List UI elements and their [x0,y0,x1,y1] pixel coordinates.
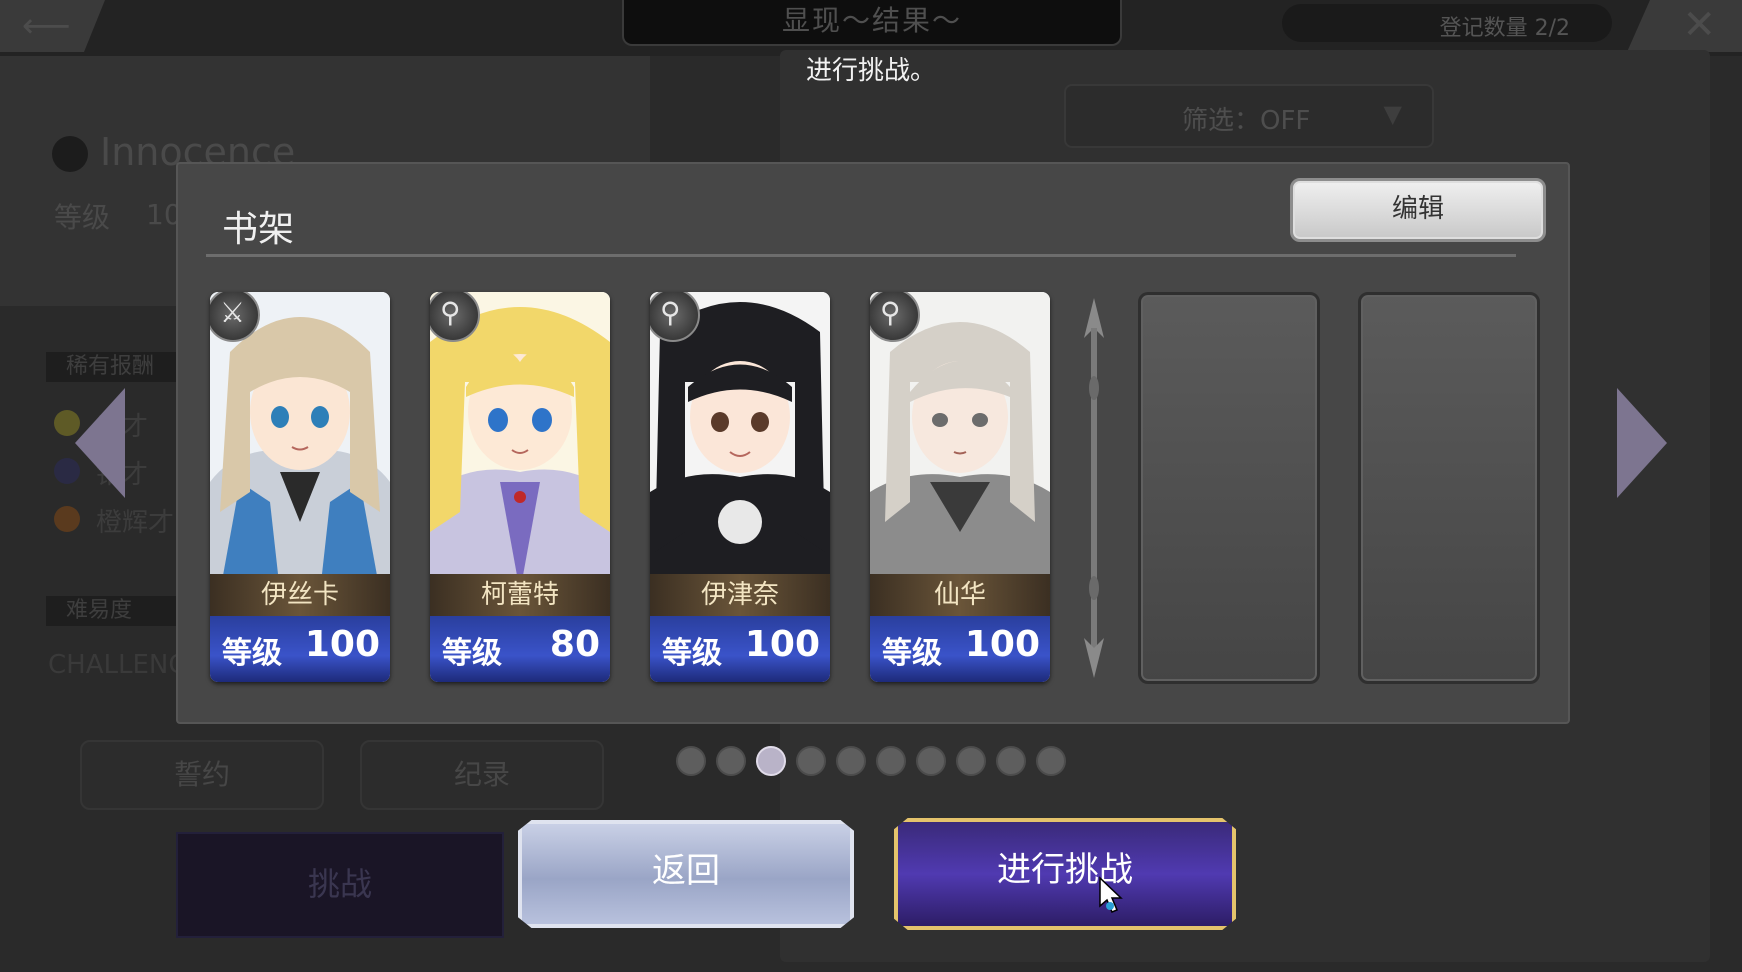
next-page-arrow-icon[interactable] [1612,388,1672,498]
card-level-plate: 等级 80 [430,616,610,682]
prev-page-arrow-icon[interactable] [70,388,130,498]
reward-label: 橙辉才 [96,508,175,538]
card-name-plate: 伊丝卡 [210,574,390,616]
page-dot[interactable] [836,746,866,776]
dialog-subtitle: 进行挑战。 [805,56,936,86]
page-dot[interactable] [716,746,746,776]
card-name: 伊津奈 [700,580,779,610]
filter-label: 筛选：OFF [1182,106,1311,136]
difficulty-header: 难易度 [46,596,176,626]
reward-header-text: 稀有报酬 [66,354,155,379]
card-level-value: 100 [744,624,820,665]
character-level-label: 等级 [54,201,111,234]
close-icon: ✕ [1682,2,1716,48]
card-level-label: 等级 [662,636,722,671]
edit-label: 编辑 [1391,194,1444,224]
page-dot[interactable] [796,746,826,776]
record-button[interactable]: 纪录 [360,740,604,810]
character-class-icon [52,136,88,172]
back-arrow-icon: ⟵ [22,6,71,46]
reward-header: 稀有报酬 [46,352,176,382]
slot-divider-ornament [1084,298,1104,678]
page-dot[interactable] [676,746,706,776]
register-count-text: 登记数量 2/2 [1439,16,1570,41]
character-card[interactable]: ⚲ 伊津奈 等级 100 [650,292,830,682]
character-card[interactable]: ⚲ 柯蕾特 等级 80 [430,292,610,682]
register-count: 登记数量 2/2 [1282,4,1612,42]
mouse-cursor-icon [1099,876,1123,913]
challenge-label: 挑战 [307,865,372,903]
card-name: 柯蕾特 [480,580,559,610]
page-dot[interactable] [956,746,986,776]
start-challenge-label: 进行挑战 [997,850,1133,890]
card-level-value: 100 [964,624,1040,665]
character-card[interactable]: ⚲ 仙华 等级 100 [870,292,1050,682]
card-level-value: 100 [304,624,380,665]
pact-label: 誓约 [173,758,230,791]
card-level-plate: 等级 100 [870,616,1050,682]
card-level-label: 等级 [222,636,282,671]
screen-title-text: 显现～结果～ [781,4,962,37]
page-dot[interactable] [876,746,906,776]
difficulty-value: CHALLENG [48,650,189,680]
page-dot[interactable] [1036,746,1066,776]
pact-button[interactable]: 誓约 [80,740,324,810]
empty-slot[interactable] [1358,292,1540,684]
card-level-label: 等级 [442,636,502,671]
challenge-button[interactable]: 挑战 [176,832,504,938]
card-name-plate: 伊津奈 [650,574,830,616]
reward-item: 橙辉才 [48,498,178,538]
record-label: 纪录 [453,758,510,791]
card-level-plate: 等级 100 [650,616,830,682]
screen-title: 显现～结果～ [622,0,1122,46]
orange-gem-icon [54,506,80,532]
page-dot[interactable] [996,746,1026,776]
edit-button[interactable]: 编辑 [1290,178,1546,242]
chevron-down-icon: ▼ [1383,100,1402,128]
empty-slot[interactable] [1138,292,1320,684]
return-button[interactable]: 返回 [518,820,854,928]
start-challenge-button[interactable]: 进行挑战 [894,818,1236,930]
page-dot[interactable] [916,746,946,776]
card-name-plate: 仙华 [870,574,1050,616]
character-card[interactable]: ⚔ 伊丝卡 等级 100 [210,292,390,682]
card-name: 伊丝卡 [260,580,339,610]
card-level-value: 80 [549,624,600,665]
return-label: 返回 [652,851,720,891]
page-dot[interactable] [756,746,786,776]
card-level-plate: 等级 100 [210,616,390,682]
difficulty-header-text: 难易度 [66,598,133,623]
card-name-plate: 柯蕾特 [430,574,610,616]
title-divider [206,254,1516,257]
bookshelf-modal: 书架 编辑 ⚔ 伊丝卡 等级 100 ⚲ 柯蕾特 等级 80 ⚲ 伊津奈 等级 … [176,162,1570,724]
filter-dropdown[interactable]: 筛选：OFF ▼ [1064,84,1434,148]
card-level-label: 等级 [882,636,942,671]
card-name: 仙华 [933,580,986,610]
modal-title: 书架 [222,209,295,250]
